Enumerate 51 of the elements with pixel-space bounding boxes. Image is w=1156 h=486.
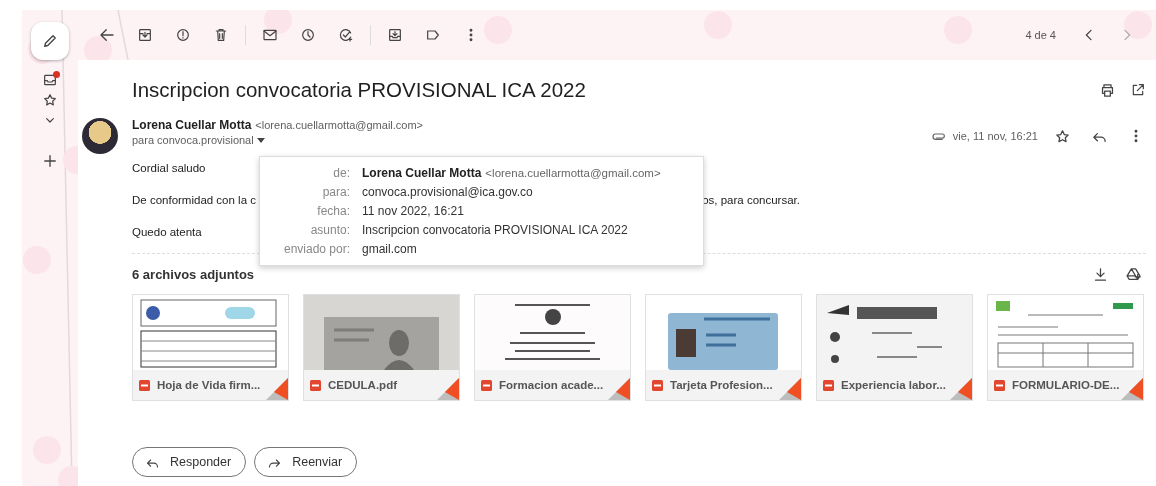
avatar	[82, 118, 118, 154]
detail-email: <lorena.cuellarmotta@gmail.com>	[485, 167, 661, 179]
attachment-card[interactable]: CEDULA.pdf	[303, 294, 460, 401]
attachment-card[interactable]: Experiencia labor...	[816, 294, 973, 401]
pdf-icon	[310, 379, 321, 391]
archive-icon[interactable]	[137, 27, 153, 43]
sender-name: Lorena Cuellar Motta	[132, 118, 252, 132]
attachment-card[interactable]: Hoja de Vida firm...	[132, 294, 289, 401]
body-text: Quedo atenta	[132, 226, 202, 238]
move-to-icon[interactable]	[387, 27, 403, 43]
detail-label: de:	[332, 166, 350, 180]
email-subject: Inscripcion convocatoria PROVISIONAL ICA 2022	[132, 78, 587, 102]
page-counter: 4 de 4	[1025, 29, 1056, 41]
attachments-title: 6 archivos adjuntos	[132, 266, 256, 282]
detail-value: gmail.com	[362, 242, 418, 256]
attachment-card[interactable]: Tarjeta Profesion...	[645, 294, 802, 401]
detail-value: Lorena Cuellar Motta	[362, 166, 482, 180]
mail-icon[interactable]	[262, 27, 278, 43]
detail-value: convoca.provisional@ica.gov.co	[362, 185, 534, 199]
spam-icon[interactable]	[175, 27, 191, 43]
open-in-new-icon[interactable]	[1130, 82, 1146, 98]
email-date: vie, 11 nov, 16:21	[952, 130, 1038, 142]
forward-button[interactable]: Reenviar	[254, 447, 358, 477]
download-icon[interactable]	[1092, 265, 1109, 283]
recipient-text: para convoca.provisional	[132, 134, 254, 146]
attachment-card[interactable]: FORMULARIO-DE...	[987, 294, 1144, 401]
pdf-icon	[652, 379, 663, 391]
star-icon[interactable]	[1054, 127, 1071, 145]
attachment-card[interactable]: Formacion acade...	[474, 294, 631, 401]
detail-label: enviado por:	[282, 242, 350, 256]
body-text: Cordial saludo	[132, 162, 206, 174]
detail-label: para:	[321, 185, 350, 199]
add-to-drive-icon[interactable]	[1125, 265, 1142, 283]
detail-value: 11 nov 2022, 16:21	[362, 204, 465, 218]
pdf-icon	[481, 379, 492, 391]
detail-value: Inscripcion convocatoria PROVISIONAL ICA 2022	[362, 223, 629, 237]
sender-email: <lorena.cuellarmotta@gmail.com>	[255, 119, 424, 131]
dropdown-caret-icon[interactable]	[255, 136, 266, 144]
trash-icon[interactable]	[213, 27, 229, 43]
clock-icon[interactable]	[300, 27, 316, 43]
detail-label: asunto:	[309, 223, 350, 237]
pdf-icon	[823, 379, 834, 391]
pdf-icon	[139, 379, 150, 391]
print-icon[interactable]	[1099, 81, 1116, 99]
reply-button[interactable]: Responder	[132, 447, 247, 477]
detail-label: fecha:	[316, 204, 350, 218]
body-text: De conformidad con la c	[132, 194, 256, 206]
label-icon[interactable]	[425, 27, 441, 43]
add-task-icon[interactable]	[338, 27, 354, 43]
pdf-icon	[994, 379, 1005, 391]
back-arrow-icon[interactable]	[98, 26, 116, 44]
